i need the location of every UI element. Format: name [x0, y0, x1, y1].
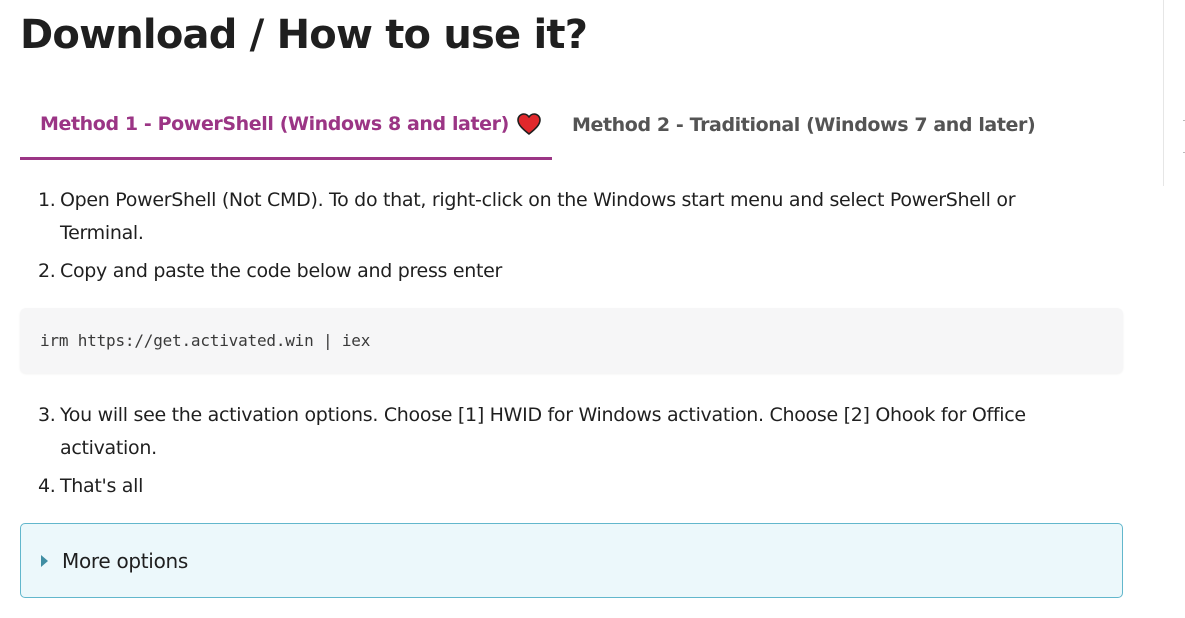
step-number: 1. — [38, 189, 56, 211]
list-item: 4. That's all — [20, 470, 1080, 503]
heart-icon — [517, 112, 541, 135]
step-number: 4. — [38, 475, 56, 497]
steps-list: 1. Open PowerShell (Not CMD). To do that… — [20, 184, 1080, 293]
tab-method-1-label: Method 1 - PowerShell (Windows 8 and lat… — [40, 112, 509, 135]
powershell-command[interactable]: irm https://get.activated.win | iex — [40, 331, 370, 350]
tab-method-2[interactable]: Method 2 - Traditional (Windows 7 and la… — [572, 90, 1036, 160]
step-number: 3. — [38, 404, 56, 426]
list-item: 2. Copy and paste the code below and pre… — [20, 255, 1080, 288]
more-options-disclosure[interactable]: More options — [20, 523, 1123, 598]
page-title: Download / How to use it? — [20, 12, 588, 58]
steps-list-continued: 3. You will see the activation options. … — [20, 399, 1080, 508]
method-tabs: Method 1 - PowerShell (Windows 8 and lat… — [20, 90, 1120, 163]
step-text: Open PowerShell (Not CMD). To do that, r… — [60, 189, 1016, 244]
step-number: 2. — [38, 260, 56, 282]
step-text: You will see the activation options. Cho… — [60, 404, 1026, 459]
list-item: 1. Open PowerShell (Not CMD). To do that… — [20, 184, 1080, 250]
tab-method-2-label: Method 2 - Traditional (Windows 7 and la… — [572, 114, 1036, 136]
step-text: That's all — [60, 475, 144, 497]
list-item: 3. You will see the activation options. … — [20, 399, 1080, 465]
page: Download / How to use it? Method 1 - Pow… — [0, 0, 1185, 618]
content-divider — [1163, 0, 1164, 186]
step-text: Copy and paste the code below and press … — [60, 260, 503, 282]
chevron-right-icon — [41, 554, 48, 567]
more-options-label: More options — [62, 548, 188, 573]
code-block[interactable]: irm https://get.activated.win | iex — [20, 308, 1123, 373]
tab-method-1[interactable]: Method 1 - PowerShell (Windows 8 and lat… — [20, 90, 552, 160]
